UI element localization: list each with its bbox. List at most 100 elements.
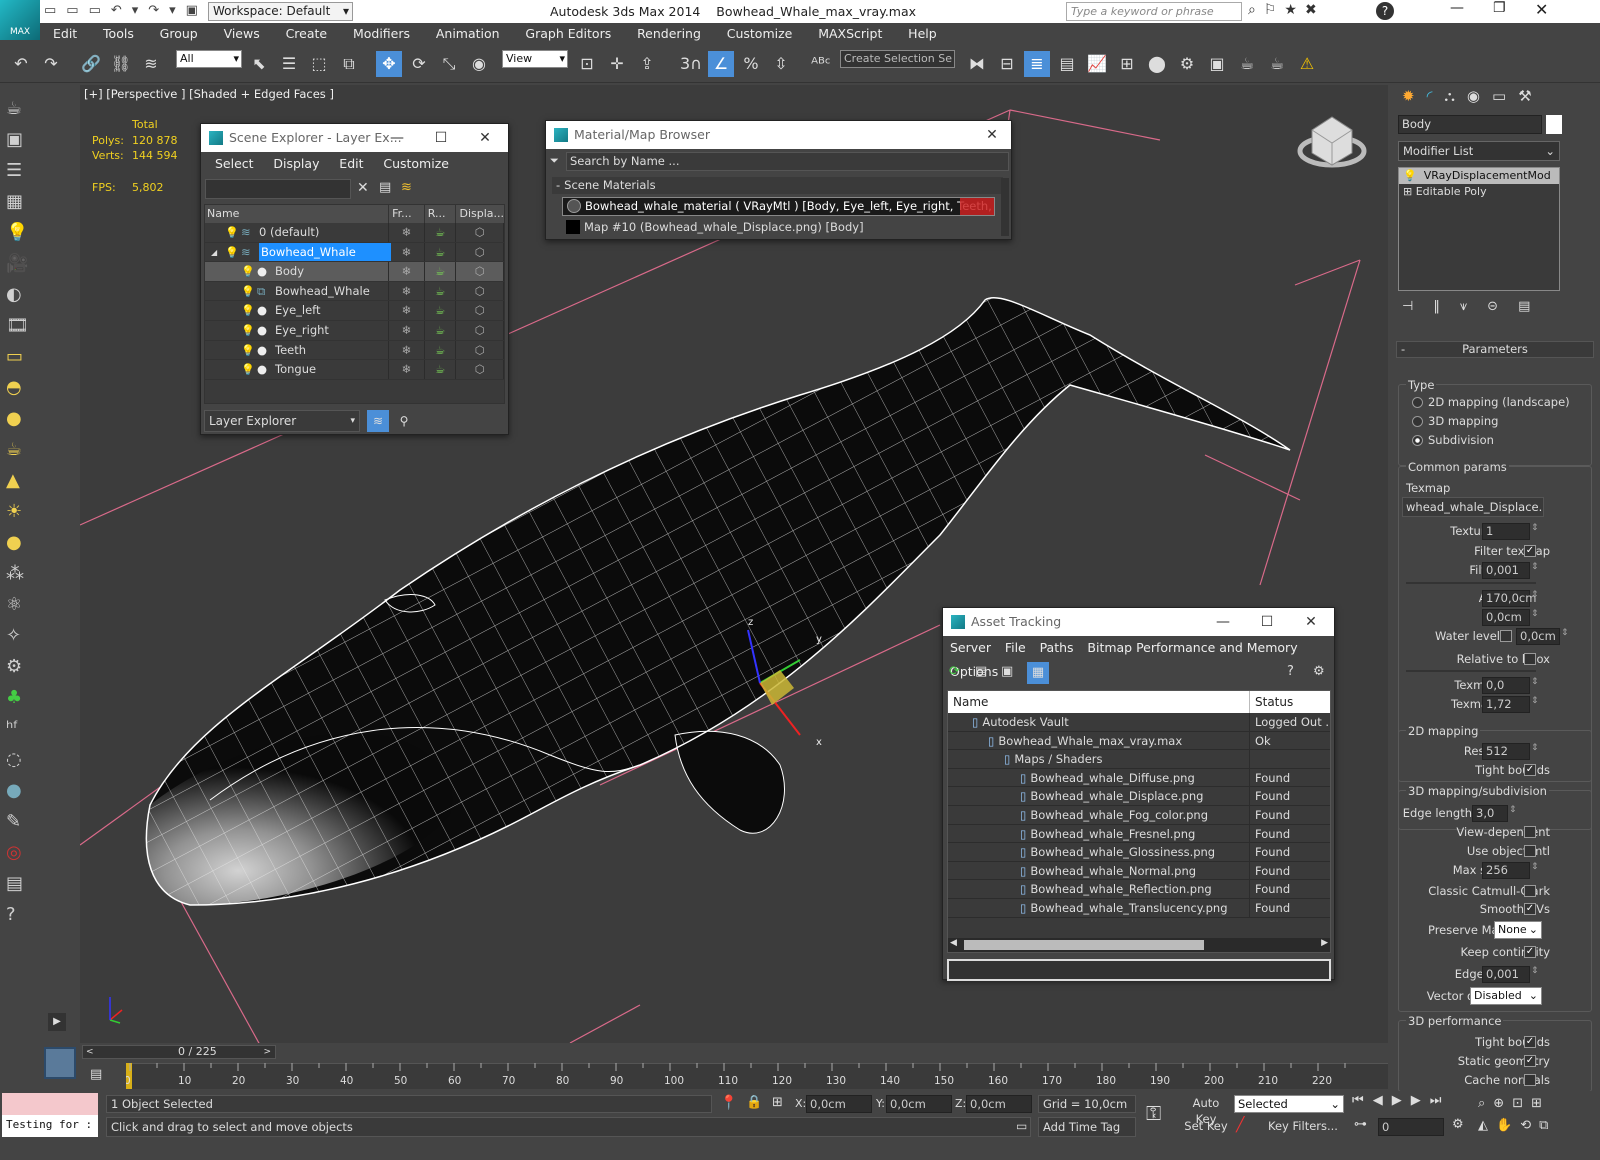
se-menu-edit[interactable]: Edit: [331, 153, 371, 175]
bind-spacewarp-icon[interactable]: ≋: [138, 51, 164, 77]
scale-icon[interactable]: ⤡: [436, 51, 462, 77]
view-dependent-checkbox[interactable]: [1524, 826, 1536, 838]
teapot-icon[interactable]: ☕: [6, 93, 38, 124]
modifier-stack[interactable]: 💡 VRayDisplacementMod ⊞ Editable Poly: [1398, 167, 1560, 291]
se-row[interactable]: 💡 ● Eye_left ❄ ☕ ⬡: [205, 301, 504, 321]
ribbon-icon[interactable]: ▤: [1054, 51, 1080, 77]
menu-graph-editors[interactable]: Graph Editors: [514, 23, 622, 45]
se-col-render[interactable]: R...: [425, 205, 457, 223]
motion-tab-icon[interactable]: ◉: [1467, 87, 1492, 105]
unlink-icon[interactable]: ⛓: [108, 51, 134, 77]
render-sphere-icon[interactable]: ●: [6, 775, 38, 806]
smooth-uvs-checkbox[interactable]: ✓: [1524, 903, 1536, 915]
maximize-button[interactable]: ☐: [426, 124, 456, 152]
visibility-bulb-icon[interactable]: 💡: [241, 341, 255, 360]
add-time-tag-button[interactable]: Add Time Tag: [1038, 1117, 1136, 1137]
spinner-icon[interactable]: ⇕: [1561, 628, 1569, 638]
relative-bbox-checkbox[interactable]: [1524, 653, 1536, 665]
schematic-view-icon[interactable]: ⊞: [1114, 51, 1140, 77]
time-tag-icon[interactable]: ▭: [1016, 1119, 1027, 1133]
vector-displ-dropdown[interactable]: Disabled ⌄: [1470, 987, 1542, 1005]
perf-tight-bounds-checkbox[interactable]: ✓: [1524, 1036, 1536, 1048]
viewcube[interactable]: [1297, 116, 1367, 168]
infocenter-icons[interactable]: ⌕⚐★✖: [1248, 2, 1325, 18]
modifier-list-dropdown[interactable]: Modifier List ⌄: [1398, 141, 1560, 161]
menu-views[interactable]: Views: [213, 23, 271, 45]
expand-arrow-icon[interactable]: ▶: [48, 1013, 66, 1031]
minimize-button[interactable]: —: [1208, 608, 1238, 636]
se-row[interactable]: ◢ 💡 ≋ Bowhead_Whale ❄ ☕ ⬡: [205, 242, 504, 263]
material-browser-window[interactable]: Material/Map Browser ✕ ⏷ Search by Name …: [545, 120, 1012, 240]
options-arrow-icon[interactable]: ⏷: [550, 154, 559, 168]
named-selection-sets-dropdown[interactable]: Create Selection Se: [840, 50, 955, 68]
fov-icon[interactable]: ◭: [1478, 1118, 1496, 1133]
edit-named-selection-icon[interactable]: ᴬᴮᶜ: [808, 51, 834, 77]
pin-stack-icon[interactable]: ⊣: [1402, 299, 1433, 314]
edge-thresh-field[interactable]: 0,001: [1482, 966, 1530, 983]
freeze-icon[interactable]: ❄: [389, 340, 425, 360]
display-box-icon[interactable]: ⬡: [456, 281, 504, 301]
quick-access-icons[interactable]: ▭▭▭↶▾↷▾▣: [44, 3, 208, 18]
close-button[interactable]: ✕: [1535, 0, 1548, 19]
camera-icon[interactable]: 🎥: [6, 248, 38, 279]
menu-rendering[interactable]: Rendering: [626, 23, 712, 45]
filter-blur-field[interactable]: 0,001: [1482, 562, 1530, 579]
sphere-icon[interactable]: ●: [6, 403, 38, 434]
app-logo[interactable]: MAX: [0, 0, 40, 40]
play-icon[interactable]: ▶: [1392, 1093, 1411, 1108]
teapot-create-icon[interactable]: ☕: [6, 434, 38, 465]
scroll-right-icon[interactable]: ▶: [1321, 938, 1328, 948]
set-key-pen-icon[interactable]: ╱: [1236, 1117, 1244, 1133]
link-icon[interactable]: 🔗: [78, 51, 104, 77]
se-menu-customize[interactable]: Customize: [375, 153, 457, 175]
compass-icon[interactable]: ✧: [6, 620, 38, 651]
object-color-swatch[interactable]: [1546, 115, 1562, 134]
type-radio-1[interactable]: [1412, 416, 1423, 427]
display-box-icon[interactable]: ⬡: [456, 320, 504, 340]
render-teapot-icon[interactable]: ☕: [425, 360, 457, 379]
render-teapot-icon[interactable]: ☕: [425, 340, 457, 360]
menu-maxscript[interactable]: MAXScript: [807, 23, 893, 45]
modify-tab-icon[interactable]: ◜: [1427, 87, 1445, 105]
spinner-icon[interactable]: ⇕: [1509, 805, 1517, 815]
collapse-icon[interactable]: ◢: [211, 243, 217, 262]
tight-bounds-checkbox[interactable]: ✓: [1524, 764, 1536, 776]
help-icon[interactable]: ?: [1287, 664, 1294, 679]
at-menu-file[interactable]: File: [1000, 637, 1031, 659]
se-search-input[interactable]: [205, 179, 351, 199]
key-icon[interactable]: ⚿: [1146, 1101, 1161, 1125]
freeze-icon[interactable]: ❄: [389, 360, 425, 379]
at-row[interactable]: ▯ Bowhead_whale_Displace.png Found: [948, 787, 1330, 806]
plant-icon[interactable]: ♣: [6, 682, 38, 713]
close-button[interactable]: ✕: [470, 124, 500, 152]
at-row[interactable]: ▯ Maps / Shaders: [948, 750, 1330, 769]
visibility-bulb-icon[interactable]: 💡: [241, 301, 255, 320]
display-box-icon[interactable]: ⬡: [456, 340, 504, 360]
render-setup-icon[interactable]: ⚙: [1174, 51, 1200, 77]
se-row[interactable]: 💡 ≋ 0 (default) ❄ ☕ ⬡: [205, 223, 504, 243]
scroll-left-icon[interactable]: ◀: [950, 938, 957, 948]
se-col-name[interactable]: Name: [205, 205, 390, 223]
display-box-icon[interactable]: ⬡: [456, 301, 504, 320]
se-row[interactable]: 💡 ⧉ Bowhead_Whale ❄ ☕ ⬡: [205, 281, 504, 302]
se-col-display[interactable]: Displa...: [456, 205, 504, 223]
image-icon[interactable]: ▣: [6, 124, 38, 155]
box-icon[interactable]: ▭: [6, 341, 38, 372]
render-teapot-icon[interactable]: ☕: [425, 301, 457, 320]
texmap-button[interactable]: whead_whale_Displace.png): [1402, 497, 1544, 517]
render-production-icon[interactable]: ☕: [1234, 51, 1260, 77]
parameters-header[interactable]: - Parameters: [1396, 341, 1594, 358]
workspace-dropdown[interactable]: Workspace: Default ▾: [208, 2, 353, 21]
current-frame-field[interactable]: 0: [1378, 1118, 1444, 1136]
material-editor-icon[interactable]: ⬤: [1144, 51, 1170, 77]
se-row[interactable]: 💡 ● Teeth ❄ ☕ ⬡: [205, 340, 504, 361]
time-config-icon[interactable]: ⚙: [1452, 1117, 1464, 1132]
render-teapot-icon[interactable]: ☕: [425, 281, 457, 301]
se-row[interactable]: 💡 ● Body ❄ ☕ ⬡: [205, 262, 504, 282]
layers-mode-icon[interactable]: ≋: [367, 410, 389, 432]
texture-chan-field[interactable]: 1: [1482, 523, 1530, 540]
reference-coordinate-dropdown[interactable]: View ▾: [502, 50, 568, 68]
spinner-icon[interactable]: ⇕: [1531, 590, 1539, 600]
hair-icon[interactable]: ʰᶠ: [6, 713, 38, 744]
maximize-button[interactable]: ☐: [1252, 608, 1282, 636]
